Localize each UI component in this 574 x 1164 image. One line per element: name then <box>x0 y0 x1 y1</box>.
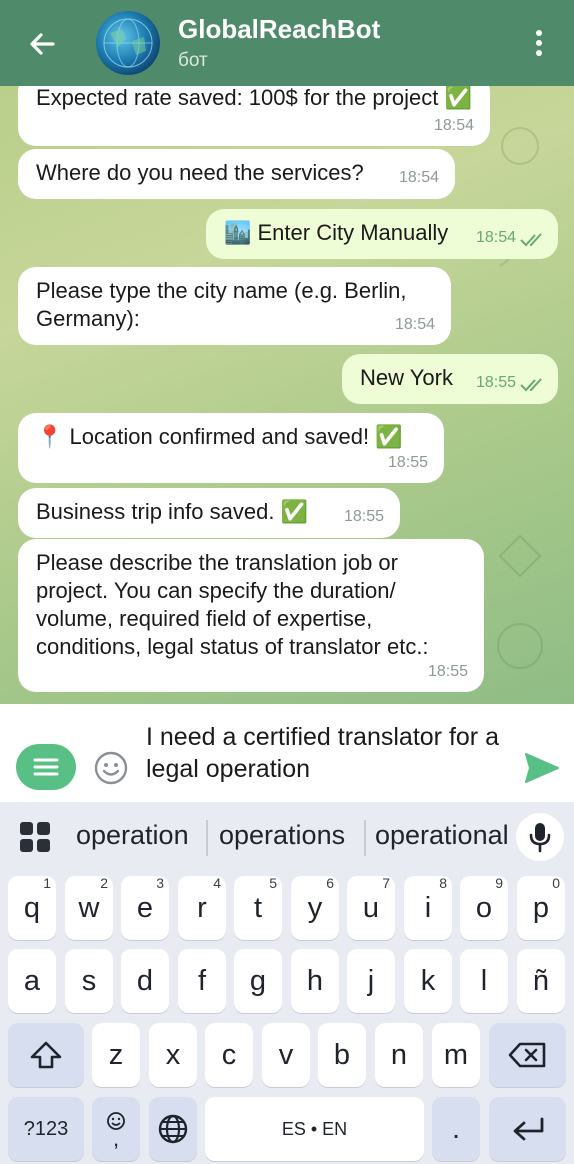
key-q[interactable]: q1 <box>8 875 56 940</box>
message-text: Business trip info saved. ✅ <box>36 499 308 524</box>
suggestion-1[interactable]: operation <box>76 820 189 851</box>
backspace-key[interactable] <box>489 1023 566 1087</box>
message-text: Where do you need the services? <box>36 160 364 185</box>
period-key[interactable]: . <box>432 1097 480 1161</box>
key-a[interactable]: a <box>8 949 56 1013</box>
symbols-key[interactable]: ?123 <box>8 1097 84 1161</box>
message-bubble-outgoing[interactable]: New York 18:55 <box>342 354 558 404</box>
send-icon[interactable] <box>522 748 562 788</box>
key-f[interactable]: f <box>178 949 226 1013</box>
backspace-icon <box>508 1042 545 1068</box>
message-time: 18:55 <box>427 663 468 680</box>
enter-key[interactable] <box>489 1097 566 1161</box>
message-bubble[interactable]: 📍 Location confirmed and saved! ✅ 18:55 <box>18 413 444 483</box>
hamburger-icon <box>33 758 59 776</box>
key-n[interactable]: n <box>375 1023 423 1087</box>
key-o[interactable]: o9 <box>460 875 508 940</box>
message-list[interactable]: Expected rate saved: 100$ for the projec… <box>0 86 574 704</box>
space-bar[interactable]: ES • EN <box>205 1097 424 1161</box>
suggestion-3[interactable]: operational <box>375 820 509 851</box>
language-key[interactable] <box>149 1097 197 1161</box>
key-j[interactable]: j <box>347 949 395 1013</box>
key-m[interactable]: m <box>432 1023 480 1087</box>
chat-subtitle: бот <box>178 50 208 71</box>
key-c[interactable]: c <box>205 1023 253 1087</box>
key-v[interactable]: v <box>262 1023 310 1087</box>
message-text: Expected rate saved: 100$ for the projec… <box>36 86 472 110</box>
key-l[interactable]: l <box>460 949 508 1013</box>
more-options-icon[interactable] <box>524 26 554 60</box>
message-time: 18:55 <box>387 454 428 471</box>
back-arrow-icon[interactable] <box>22 24 62 64</box>
bot-avatar[interactable] <box>96 11 160 75</box>
message-bubble[interactable]: Please describe the translation job or p… <box>18 539 484 692</box>
message-bubble[interactable]: Business trip info saved. ✅ 18:55 <box>18 488 400 538</box>
shift-icon <box>30 1041 62 1069</box>
microphone-icon[interactable] <box>516 813 564 861</box>
chat-header: GlobalReachBot бот <box>0 0 574 86</box>
message-text: New York <box>360 365 453 390</box>
shift-key[interactable] <box>8 1023 84 1087</box>
enter-icon <box>513 1117 543 1141</box>
message-bubble[interactable]: Where do you need the services? 18:54 <box>18 149 455 199</box>
message-time: 18:55 <box>475 374 516 391</box>
bot-menu-button[interactable] <box>16 744 76 790</box>
message-text: Please describe the translation job or p… <box>36 550 429 659</box>
message-bubble-outgoing[interactable]: 🏙️ Enter City Manually 18:54 <box>206 209 558 259</box>
message-text: 📍 Location confirmed and saved! ✅ <box>36 424 403 449</box>
message-time: 18:54 <box>394 316 435 333</box>
key-i[interactable]: i8 <box>404 875 452 940</box>
message-bubble[interactable]: Expected rate saved: 100$ for the projec… <box>18 86 490 146</box>
message-text: 🏙️ Enter City Manually <box>224 220 449 245</box>
comma-label: , <box>112 1126 120 1151</box>
read-checkmarks-icon <box>520 378 542 392</box>
suggestion-2[interactable]: operations <box>219 820 345 851</box>
suggestion-divider <box>206 820 208 856</box>
message-time: 18:54 <box>433 117 474 134</box>
key-d[interactable]: d <box>121 949 169 1013</box>
key-z[interactable]: z <box>92 1023 140 1087</box>
key-x[interactable]: x <box>149 1023 197 1087</box>
message-bubble[interactable]: Please type the city name (e.g. Berlin, … <box>18 267 451 345</box>
message-time: 18:54 <box>475 229 516 246</box>
emoji-comma-key[interactable]: , <box>92 1097 140 1161</box>
emoji-icon[interactable] <box>93 750 129 786</box>
key-b[interactable]: b <box>318 1023 366 1087</box>
key-u[interactable]: u7 <box>347 875 395 940</box>
key-g[interactable]: g <box>234 949 282 1013</box>
key-h[interactable]: h <box>291 949 339 1013</box>
key-t[interactable]: t5 <box>234 875 282 940</box>
message-text: Please type the city name (e.g. Berlin, … <box>36 278 407 331</box>
chat-title[interactable]: GlobalReachBot <box>178 14 380 45</box>
key-r[interactable]: r4 <box>178 875 226 940</box>
suggestion-divider <box>364 820 366 856</box>
globe-icon <box>158 1114 188 1144</box>
key-enye[interactable]: ñ <box>517 949 565 1013</box>
message-time: 18:55 <box>343 508 384 525</box>
message-input[interactable]: I need a certified translator for a lega… <box>146 721 506 785</box>
key-s[interactable]: s <box>65 949 113 1013</box>
key-w[interactable]: w2 <box>65 875 113 940</box>
keyboard-apps-icon[interactable] <box>20 822 50 852</box>
key-p[interactable]: p0 <box>517 875 565 940</box>
key-y[interactable]: y6 <box>291 875 339 940</box>
key-e[interactable]: e3 <box>121 875 169 940</box>
read-checkmarks-icon <box>520 233 542 247</box>
message-time: 18:54 <box>398 169 439 186</box>
key-k[interactable]: k <box>404 949 452 1013</box>
